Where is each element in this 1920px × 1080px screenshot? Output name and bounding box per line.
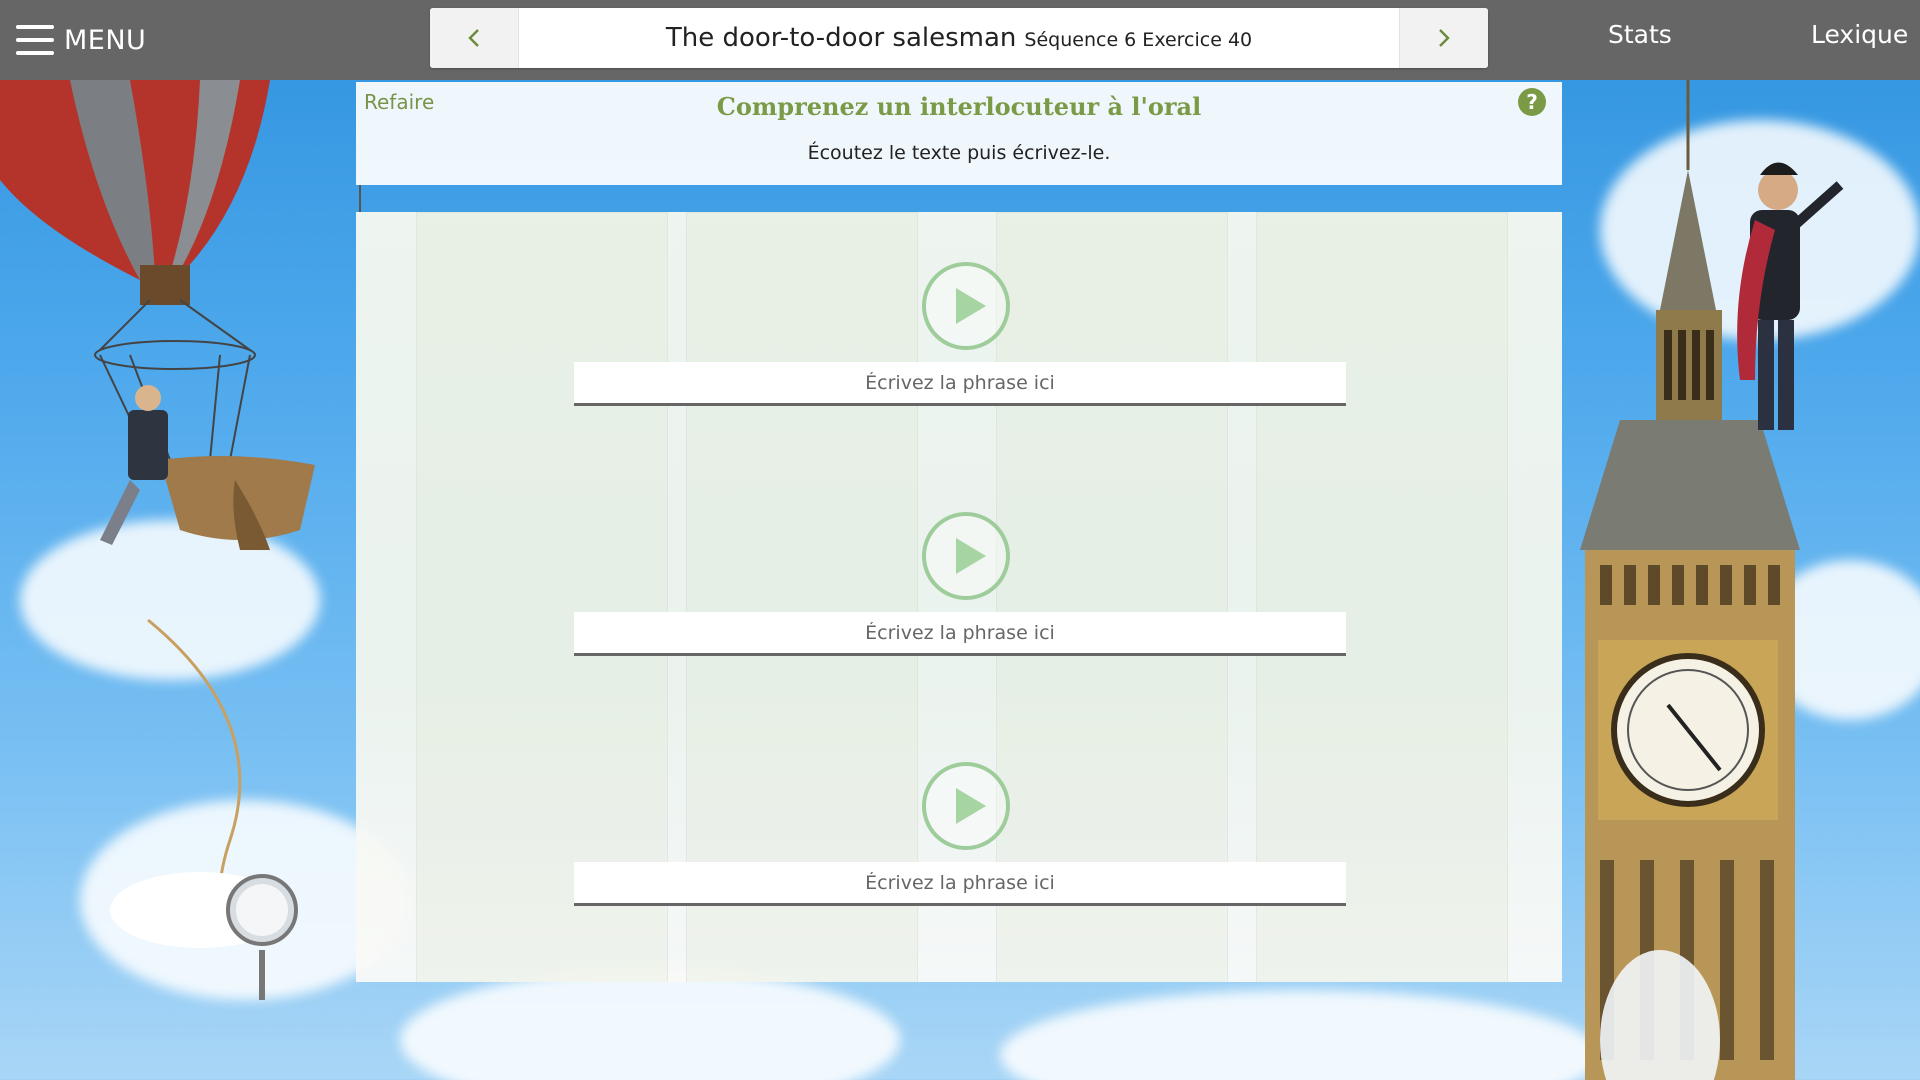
- exercise-work-area: [356, 212, 1562, 982]
- hot-air-balloon-illustration: [0, 80, 350, 1028]
- chevron-right-icon: [1439, 29, 1450, 47]
- sentence-input[interactable]: [574, 862, 1346, 906]
- play-icon[interactable]: [922, 512, 1010, 600]
- lesson-sequence-text: Séquence 6 Exercice 40: [1024, 29, 1253, 51]
- sentence-input[interactable]: [574, 612, 1346, 656]
- lesson-navigator: The door-to-door salesman Séquence 6 Exe…: [430, 8, 1488, 68]
- text-caret: [359, 185, 361, 212]
- menu-label: MENU: [64, 24, 147, 56]
- next-lesson-button[interactable]: [1399, 8, 1488, 68]
- play-icon[interactable]: [922, 262, 1010, 350]
- lesson-title: The door-to-door salesman Séquence 6 Exe…: [519, 8, 1399, 68]
- big-ben-illustration: [1560, 80, 1920, 1080]
- cloud: [1000, 990, 1600, 1080]
- play-icon[interactable]: [922, 762, 1010, 850]
- lexique-link[interactable]: Lexique: [1811, 20, 1908, 49]
- cloud: [400, 970, 900, 1080]
- hamburger-icon: [16, 25, 54, 55]
- previous-lesson-button[interactable]: [430, 8, 519, 68]
- chevron-left-icon: [468, 29, 479, 47]
- big-ben-svg: [1580, 80, 1844, 1080]
- balloon-svg: [0, 80, 315, 1028]
- exercise-title: Comprenez un interlocuteur à l'oral: [716, 92, 1202, 121]
- top-bar: MENU The door-to-door salesman Séquence …: [0, 0, 1920, 80]
- sentence-input[interactable]: [574, 362, 1346, 406]
- exercise-instruction: Écoutez le texte puis écrivez-le.: [807, 142, 1111, 164]
- stats-link[interactable]: Stats: [1608, 20, 1672, 49]
- lesson-title-text: The door-to-door salesman: [665, 23, 1017, 53]
- help-icon[interactable]: ?: [1518, 88, 1546, 116]
- exercise-header: Refaire Comprenez un interlocuteur à l'o…: [356, 82, 1562, 185]
- menu-button[interactable]: MENU: [16, 16, 146, 64]
- separator-strip: [356, 185, 1562, 212]
